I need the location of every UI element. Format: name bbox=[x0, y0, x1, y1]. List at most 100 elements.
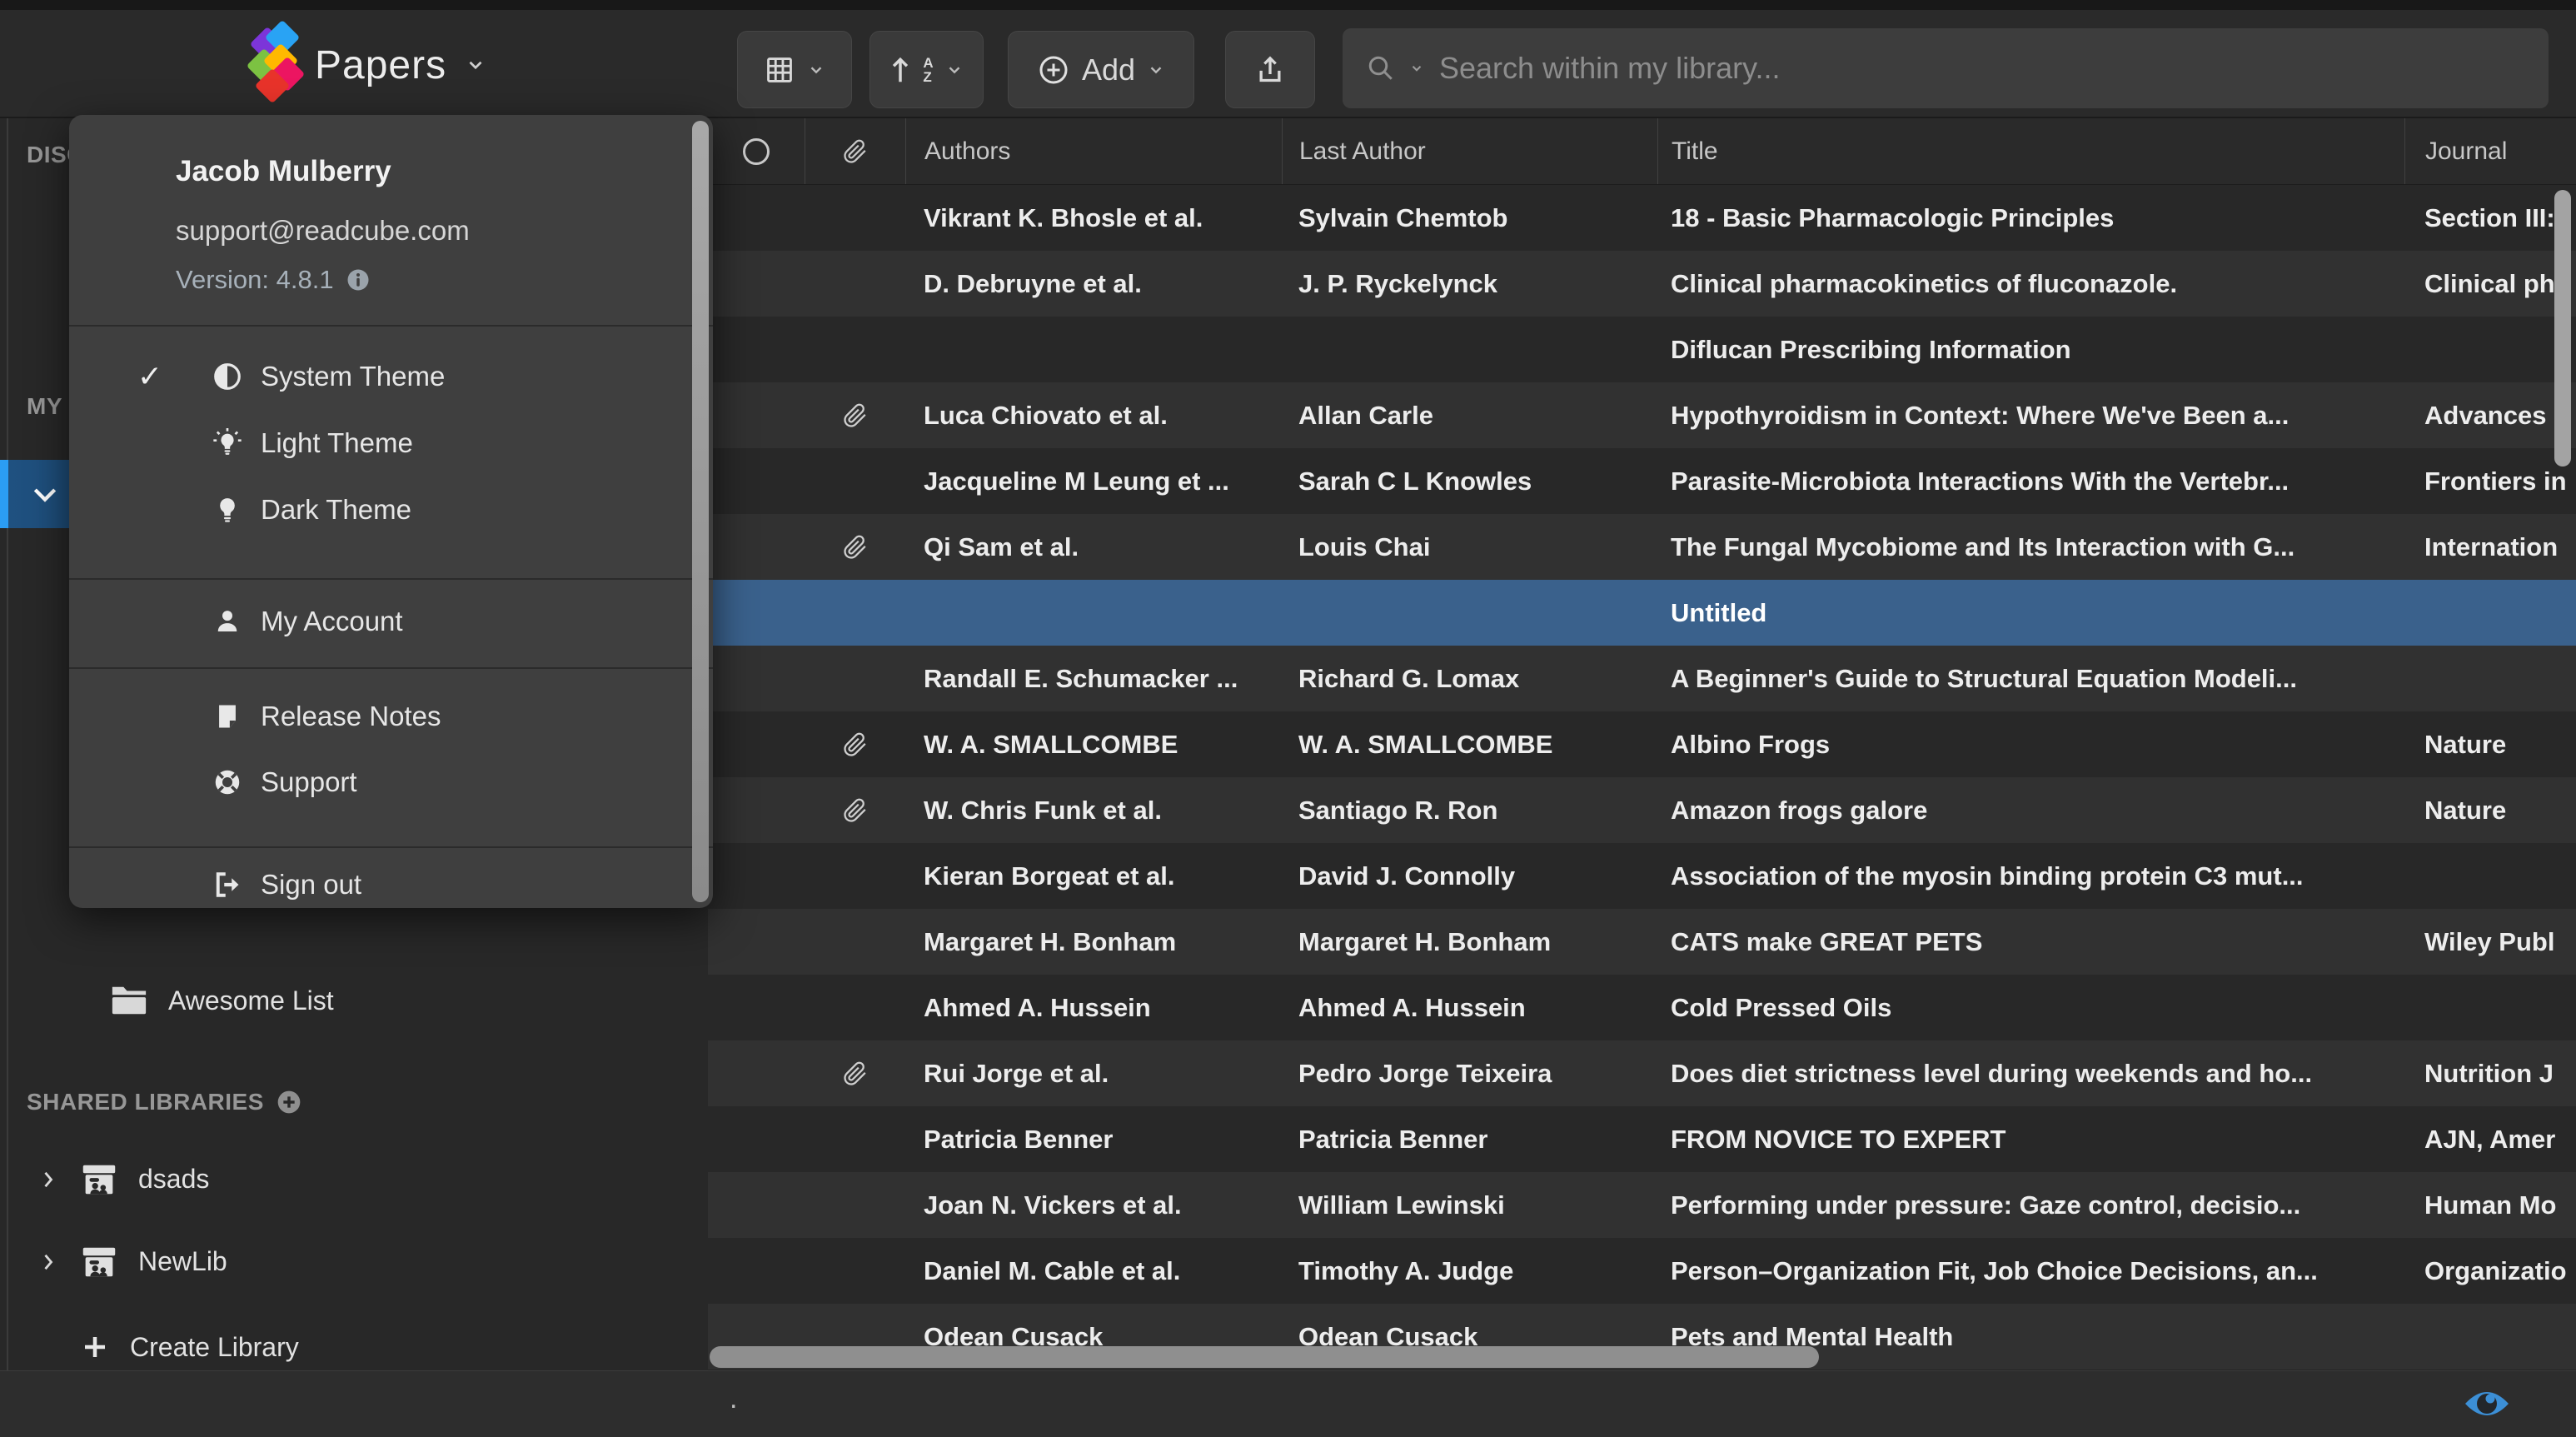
add-shared-library-icon[interactable] bbox=[276, 1089, 302, 1115]
menu-item-support[interactable]: Support bbox=[69, 749, 713, 816]
table-row[interactable]: Daniel M. Cable et al. Timothy A. Judge … bbox=[708, 1238, 2576, 1304]
table-header: Authors Last Author Title Journal bbox=[708, 118, 2576, 185]
chevron-down-icon bbox=[28, 477, 62, 511]
row-select-cell[interactable] bbox=[708, 711, 805, 777]
menu-item-my-account[interactable]: My Account bbox=[69, 588, 713, 655]
row-attachment-cell bbox=[805, 185, 905, 251]
menu-item-light-theme[interactable]: Light Theme bbox=[69, 410, 713, 477]
person-icon bbox=[206, 606, 249, 636]
row-select-cell[interactable] bbox=[708, 448, 805, 514]
account-version: Version: 4.8.1 bbox=[176, 265, 371, 295]
row-select-cell[interactable] bbox=[708, 514, 805, 580]
sidebar-item-awesome-list[interactable]: Awesome List bbox=[0, 967, 708, 1034]
menu-divider bbox=[69, 667, 713, 669]
table-row[interactable]: Patricia Benner Patricia Benner FROM NOV… bbox=[708, 1106, 2576, 1172]
table-row[interactable]: Joan N. Vickers et al. William Lewinski … bbox=[708, 1172, 2576, 1238]
row-select-cell[interactable] bbox=[708, 1040, 805, 1106]
vertical-scrollbar[interactable] bbox=[2554, 190, 2571, 467]
row-select-cell[interactable] bbox=[708, 382, 805, 448]
table-row[interactable]: Qi Sam et al. Louis Chai The Fungal Myco… bbox=[708, 514, 2576, 580]
table-row[interactable]: Untitled bbox=[708, 580, 2576, 646]
row-title: Diflucan Prescribing Information bbox=[1657, 317, 2404, 382]
row-journal: Internation bbox=[2404, 514, 2576, 580]
row-last-author bbox=[1282, 317, 1657, 382]
row-journal bbox=[2404, 975, 2576, 1040]
menu-divider bbox=[69, 325, 713, 327]
menu-item-release-notes[interactable]: Release Notes bbox=[69, 683, 713, 750]
row-attachment-cell bbox=[805, 909, 905, 975]
preview-eye-icon[interactable] bbox=[2462, 1386, 2512, 1421]
check-icon: ✓ bbox=[69, 359, 162, 394]
sort-button[interactable]: AZ bbox=[869, 31, 984, 108]
table-row[interactable]: W. Chris Funk et al. Santiago R. Ron Ama… bbox=[708, 777, 2576, 843]
row-title: CATS make GREAT PETS bbox=[1657, 909, 2404, 975]
menu-item-label: Light Theme bbox=[261, 427, 413, 459]
app-logo[interactable]: Papers bbox=[250, 25, 486, 105]
table-row[interactable]: Vikrant K. Bhosle et al. Sylvain Chemtob… bbox=[708, 185, 2576, 251]
table-row[interactable]: Luca Chiovato et al. Allan Carle Hypothy… bbox=[708, 382, 2576, 448]
papers-app-window: Papers AZ Add bbox=[0, 0, 2576, 1437]
table-row[interactable]: Randall E. Schumacker ... Richard G. Lom… bbox=[708, 646, 2576, 711]
table-row[interactable]: Ahmed A. Hussein Ahmed A. Hussein Cold P… bbox=[708, 975, 2576, 1040]
chevron-down-icon bbox=[807, 61, 825, 79]
menu-item-system-theme[interactable]: ✓ System Theme bbox=[69, 343, 713, 410]
row-select-cell[interactable] bbox=[708, 646, 805, 711]
row-authors: Patricia Benner bbox=[905, 1106, 1282, 1172]
row-attachment-cell bbox=[805, 711, 905, 777]
menu-divider bbox=[69, 578, 713, 580]
account-name: Jacob Mulberry bbox=[176, 155, 391, 188]
row-select-cell[interactable] bbox=[708, 975, 805, 1040]
title-column-header[interactable]: Title bbox=[1657, 118, 2404, 184]
row-journal bbox=[2404, 646, 2576, 711]
table-row[interactable]: D. Debruyne et al. J. P. Ryckelynck Clin… bbox=[708, 251, 2576, 317]
chevron-down-icon bbox=[945, 61, 964, 79]
row-last-author: David J. Connolly bbox=[1282, 843, 1657, 909]
row-select-cell[interactable] bbox=[708, 185, 805, 251]
search-input[interactable] bbox=[1437, 50, 2525, 87]
table-row[interactable]: Rui Jorge et al. Pedro Jorge Teixeira Do… bbox=[708, 1040, 2576, 1106]
last-author-column-header[interactable]: Last Author bbox=[1282, 118, 1657, 184]
row-select-cell[interactable] bbox=[708, 909, 805, 975]
sidebar-item-shared-library[interactable]: dsads bbox=[0, 1138, 708, 1220]
upload-button[interactable] bbox=[1225, 31, 1315, 108]
account-email: support@readcube.com bbox=[176, 215, 470, 247]
info-icon[interactable] bbox=[346, 267, 371, 292]
row-select-cell[interactable] bbox=[708, 580, 805, 646]
row-select-cell[interactable] bbox=[708, 1238, 805, 1304]
row-select-cell[interactable] bbox=[708, 777, 805, 843]
chevron-right-icon bbox=[37, 1168, 60, 1191]
life-ring-icon bbox=[206, 767, 249, 797]
table-row[interactable]: Jacqueline M Leung et ... Sarah C L Know… bbox=[708, 448, 2576, 514]
table-row[interactable]: W. A. SMALLCOMBE W. A. SMALLCOMBE Albino… bbox=[708, 711, 2576, 777]
menu-item-label: System Theme bbox=[261, 361, 445, 392]
attachment-column-header[interactable] bbox=[805, 118, 905, 184]
table-row[interactable]: Diflucan Prescribing Information bbox=[708, 317, 2576, 382]
menu-item-dark-theme[interactable]: Dark Theme bbox=[69, 477, 713, 543]
row-select-cell[interactable] bbox=[708, 317, 805, 382]
menu-item-sign-out[interactable]: Sign out bbox=[69, 851, 713, 918]
shared-library-label: NewLib bbox=[138, 1246, 227, 1277]
view-mode-button[interactable] bbox=[737, 31, 852, 108]
horizontal-scrollbar[interactable] bbox=[710, 1346, 1819, 1368]
add-button[interactable]: Add bbox=[1008, 31, 1194, 108]
release-notes-icon bbox=[206, 701, 249, 731]
table-row[interactable]: Kieran Borgeat et al. David J. Connolly … bbox=[708, 843, 2576, 909]
row-last-author: J. P. Ryckelynck bbox=[1282, 251, 1657, 317]
select-column-header[interactable] bbox=[708, 118, 805, 184]
menu-scrollbar[interactable] bbox=[692, 121, 709, 902]
table-row[interactable]: Margaret H. Bonham Margaret H. Bonham CA… bbox=[708, 909, 2576, 975]
account-menu: Jacob Mulberry support@readcube.com Vers… bbox=[69, 115, 713, 908]
row-authors: Jacqueline M Leung et ... bbox=[905, 448, 1282, 514]
authors-column-header[interactable]: Authors bbox=[905, 118, 1282, 184]
row-select-cell[interactable] bbox=[708, 1172, 805, 1238]
row-select-cell[interactable] bbox=[708, 1106, 805, 1172]
row-select-cell[interactable] bbox=[708, 843, 805, 909]
sidebar-item-shared-library[interactable]: NewLib bbox=[0, 1220, 708, 1303]
table-body: Vikrant K. Bhosle et al. Sylvain Chemtob… bbox=[708, 185, 2576, 1370]
row-authors: Joan N. Vickers et al. bbox=[905, 1172, 1282, 1238]
journal-column-header[interactable]: Journal bbox=[2404, 118, 2576, 184]
row-select-cell[interactable] bbox=[708, 251, 805, 317]
search-bar[interactable] bbox=[1343, 28, 2549, 108]
row-journal: Advances i bbox=[2404, 382, 2576, 448]
app-title: Papers bbox=[315, 42, 446, 88]
